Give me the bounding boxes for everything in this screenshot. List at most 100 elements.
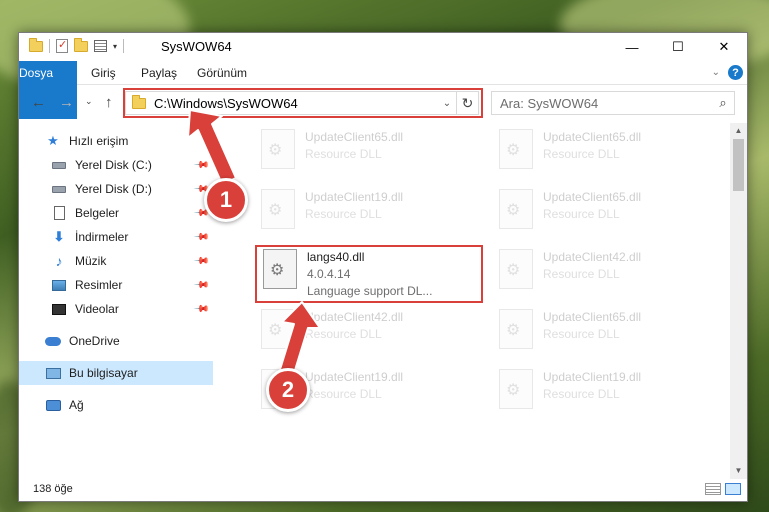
large-icons-view-icon[interactable] bbox=[725, 483, 741, 495]
properties-icon[interactable] bbox=[94, 40, 107, 52]
pin-icon[interactable]: 📌 bbox=[192, 277, 209, 294]
list-item[interactable]: UpdateClient42.dll Resource DLL bbox=[255, 305, 485, 363]
computer-icon bbox=[45, 365, 61, 381]
sidebar-item-label: İndirmeler bbox=[75, 230, 129, 244]
pin-icon[interactable]: 📌 bbox=[192, 229, 209, 246]
toolbar-separator bbox=[123, 39, 125, 53]
toolbar-separator bbox=[49, 39, 50, 53]
sidebar-item-label: Yerel Disk (D:) bbox=[75, 182, 152, 196]
file-description: Resource DLL bbox=[543, 327, 620, 341]
details-view-icon[interactable] bbox=[705, 483, 721, 495]
sidebar-item-this-pc[interactable]: Bu bilgisayar bbox=[19, 361, 213, 385]
scrollbar-thumb[interactable] bbox=[733, 139, 744, 191]
sidebar-item-music[interactable]: ♪ Müzik 📌 bbox=[19, 249, 213, 273]
customize-toolbar-arrow-icon[interactable]: ▾ bbox=[113, 42, 117, 51]
file-name: UpdateClient65.dll bbox=[543, 310, 642, 324]
file-description: Resource DLL bbox=[305, 147, 382, 161]
star-icon: ★ bbox=[47, 133, 59, 148]
window-controls: — ☐ ✕ bbox=[609, 33, 747, 61]
drive-icon bbox=[51, 157, 67, 173]
sidebar-item-label: Videolar bbox=[75, 302, 119, 316]
forward-arrow-icon[interactable]: → bbox=[59, 94, 74, 111]
file-name: UpdateClient19.dll bbox=[305, 370, 404, 384]
pin-icon[interactable]: 📌 bbox=[192, 253, 209, 270]
search-input[interactable]: Ara: SysWOW64 ⌕ bbox=[491, 91, 735, 115]
sidebar-item-local-disk-c[interactable]: Yerel Disk (C:) 📌 bbox=[19, 153, 213, 177]
list-item[interactable]: UpdateClient65.dll Resource DLL bbox=[255, 125, 485, 183]
pin-icon[interactable]: 📌 bbox=[192, 157, 209, 174]
pictures-icon bbox=[51, 277, 67, 293]
list-item[interactable]: UpdateClient65.dll Resource DLL bbox=[493, 305, 723, 363]
list-item[interactable]: UpdateClient65.dll Resource DLL bbox=[493, 125, 723, 183]
list-item[interactable]: UpdateClient19.dll Resource DLL bbox=[255, 185, 485, 243]
list-item[interactable]: UpdateClient42.dll Resource DLL bbox=[493, 245, 723, 303]
sidebar-item-label: Resimler bbox=[75, 278, 123, 292]
document-icon bbox=[51, 205, 67, 221]
file-description: Resource DLL bbox=[305, 387, 382, 401]
file-name: UpdateClient65.dll bbox=[305, 130, 404, 144]
sidebar-item-network[interactable]: Ağ bbox=[19, 393, 213, 417]
dll-file-icon bbox=[499, 189, 533, 229]
new-folder-icon[interactable] bbox=[74, 37, 88, 52]
search-placeholder: Ara: SysWOW64 bbox=[500, 95, 599, 111]
view-switcher bbox=[705, 483, 741, 495]
dll-file-icon bbox=[499, 249, 533, 289]
sidebar-item-label: Belgeler bbox=[75, 206, 120, 220]
dll-file-icon bbox=[261, 309, 295, 349]
file-name: UpdateClient19.dll bbox=[543, 370, 642, 384]
file-name: UpdateClient19.dll bbox=[305, 190, 404, 204]
search-icon[interactable]: ⌕ bbox=[712, 95, 734, 111]
scroll-up-arrow-icon[interactable]: ▲ bbox=[730, 123, 747, 139]
videos-icon bbox=[51, 301, 67, 317]
list-item[interactable]: UpdateClient19.dll Resource DLL bbox=[493, 365, 723, 423]
cloud-icon bbox=[45, 333, 61, 349]
up-arrow-icon[interactable]: ↑ bbox=[105, 94, 113, 111]
file-description: Resource DLL bbox=[543, 267, 620, 281]
file-name: UpdateClient65.dll bbox=[543, 130, 642, 144]
file-description: Resource DLL bbox=[543, 147, 620, 161]
maximize-button[interactable]: ☐ bbox=[655, 33, 701, 61]
sidebar-item-label: Bu bilgisayar bbox=[69, 366, 138, 380]
item-count: 138 öğe bbox=[33, 483, 73, 495]
scroll-down-arrow-icon[interactable]: ▼ bbox=[730, 463, 747, 479]
dll-file-icon bbox=[499, 369, 533, 409]
list-item[interactable]: UpdateClient65.dll Resource DLL bbox=[493, 185, 723, 243]
sidebar-item-quick-access[interactable]: ★ Hızlı erişim bbox=[19, 129, 213, 153]
sidebar-item-local-disk-d[interactable]: Yerel Disk (D:) 📌 bbox=[19, 177, 213, 201]
properties-check-icon[interactable] bbox=[56, 38, 68, 53]
sidebar-item-pictures[interactable]: Resimler 📌 bbox=[19, 273, 213, 297]
recent-locations-chevron-icon[interactable]: ⌄ bbox=[85, 96, 93, 107]
window-title: SysWOW64 bbox=[161, 39, 232, 54]
back-arrow-icon[interactable]: ← bbox=[31, 94, 46, 111]
dll-file-icon bbox=[261, 189, 295, 229]
sidebar-item-label: Yerel Disk (C:) bbox=[75, 158, 152, 172]
title-bar: ▾ SysWOW64 — ☐ ✕ bbox=[19, 33, 747, 61]
dll-file-icon bbox=[261, 129, 295, 169]
close-button[interactable]: ✕ bbox=[701, 33, 747, 61]
sidebar-item-label: Müzik bbox=[75, 254, 107, 268]
file-description: Resource DLL bbox=[305, 207, 382, 221]
sidebar-item-onedrive[interactable]: OneDrive bbox=[19, 329, 213, 353]
navigation-pane: ★ Hızlı erişim Yerel Disk (C:) 📌 Yerel D… bbox=[19, 123, 213, 479]
pin-icon[interactable]: 📌 bbox=[192, 301, 209, 318]
sidebar-item-label: OneDrive bbox=[69, 334, 120, 348]
minimize-button[interactable]: — bbox=[609, 33, 655, 61]
file-description: Resource DLL bbox=[305, 327, 382, 341]
file-description: Resource DLL bbox=[543, 207, 620, 221]
tab-share[interactable]: Paylaş bbox=[129, 61, 189, 85]
explorer-window: ▾ SysWOW64 — ☐ ✕ Dosya Giriş Paylaş Görü… bbox=[18, 32, 748, 502]
file-name: UpdateClient65.dll bbox=[543, 190, 642, 204]
dll-file-icon bbox=[499, 129, 533, 169]
help-icon[interactable]: ? bbox=[728, 65, 743, 80]
tab-home[interactable]: Giriş bbox=[79, 61, 128, 85]
navigation-bar: ← → ⌄ ↑ C:\Windows\SysWOW64 ⌄ ↻ Ara: Sys… bbox=[19, 85, 747, 121]
sidebar-item-downloads[interactable]: ⬇ İndirmeler 📌 bbox=[19, 225, 213, 249]
ribbon-tabs: Dosya Giriş Paylaş Görünüm ⌄ ? bbox=[19, 61, 747, 119]
vertical-scrollbar[interactable]: ▲ ▼ bbox=[730, 123, 747, 479]
expand-ribbon-chevron-icon[interactable]: ⌄ bbox=[712, 67, 720, 78]
folder-icon bbox=[29, 37, 43, 52]
tab-view[interactable]: Görünüm bbox=[185, 61, 259, 85]
network-icon bbox=[45, 397, 61, 413]
sidebar-item-documents[interactable]: Belgeler 📌 bbox=[19, 201, 213, 225]
sidebar-item-videos[interactable]: Videolar 📌 bbox=[19, 297, 213, 321]
